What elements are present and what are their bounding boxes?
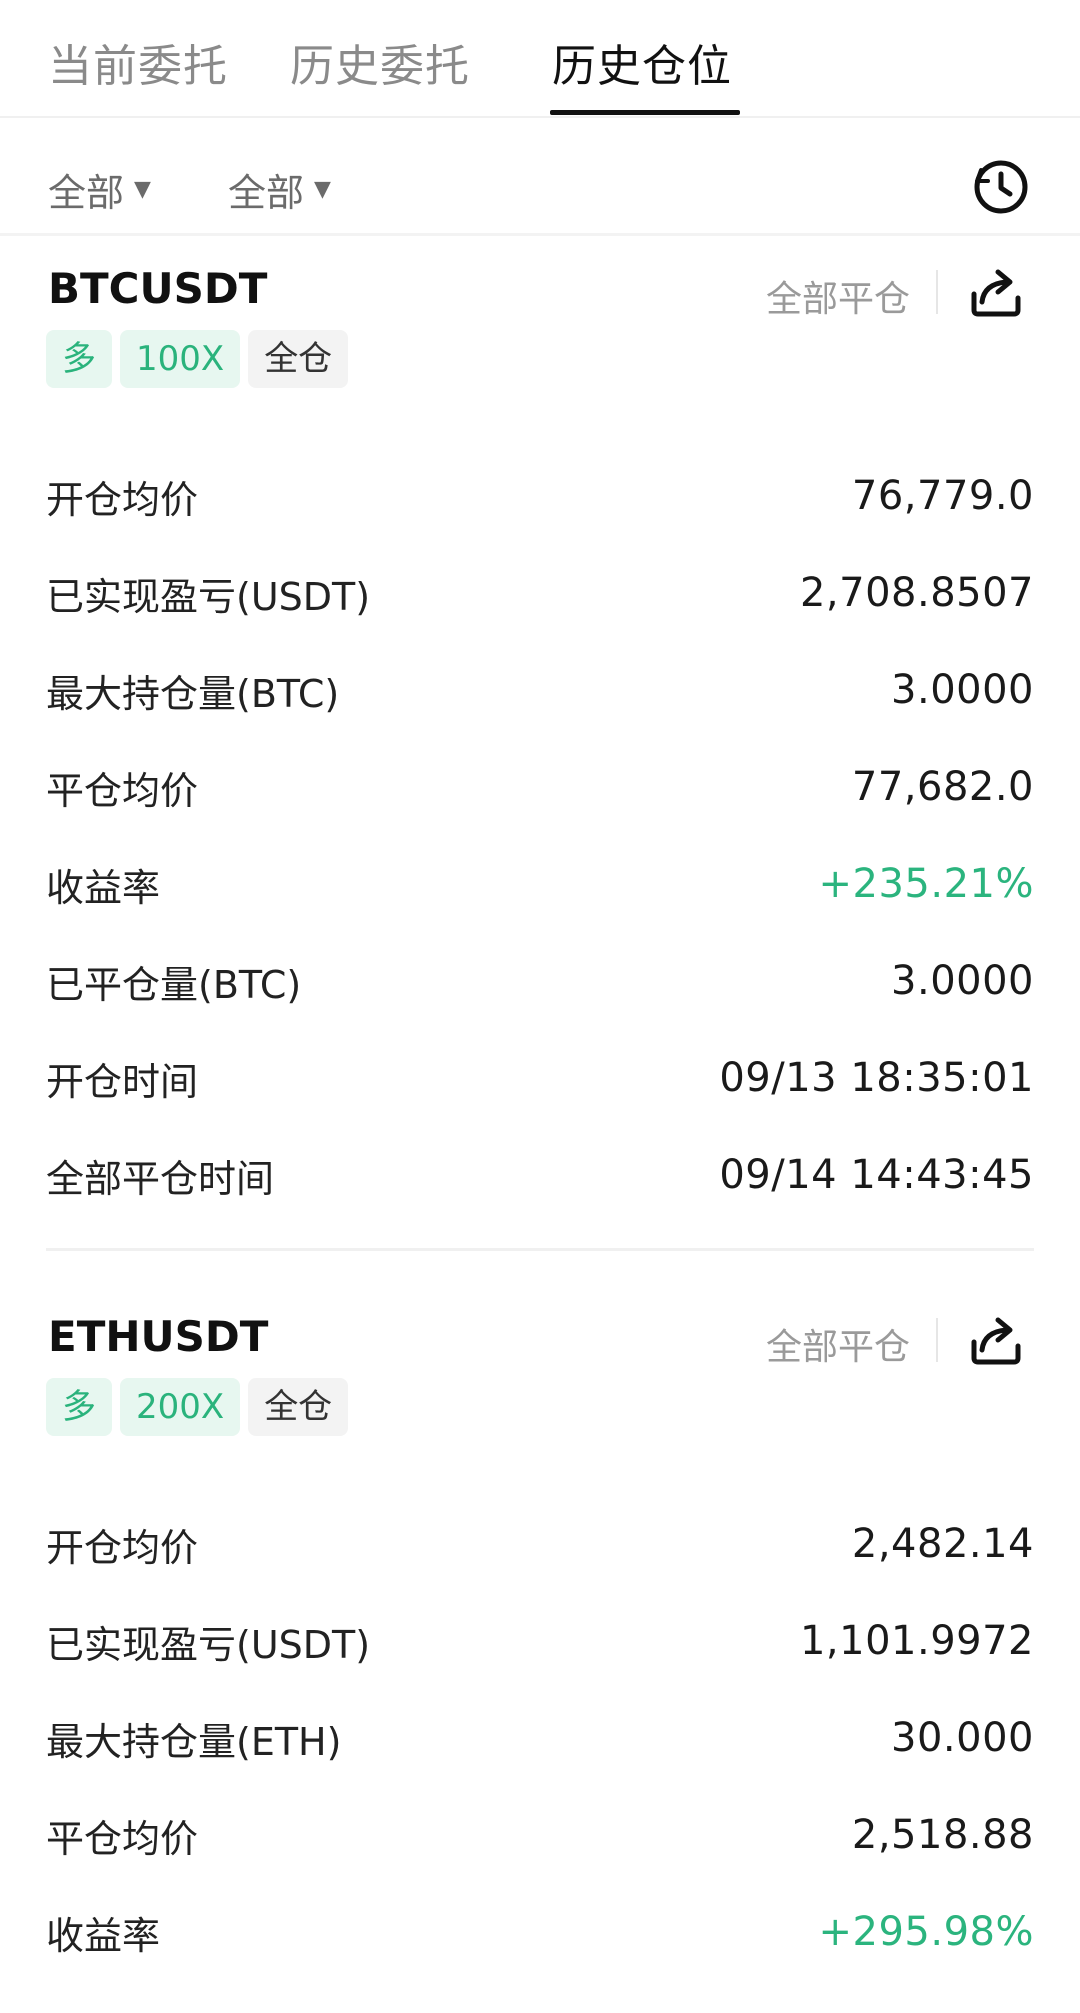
position-card-btc: BTCUSDT 全部平仓 多 100X 全仓 开仓均价 76,779.0 已实现… — [0, 250, 1080, 1250]
field-label: 平仓均价 — [46, 768, 199, 813]
field-row: 已实现盈亏(USDT) 2,708.8507 — [46, 563, 1034, 623]
position-card-eth: ETHUSDT 全部平仓 多 200X 全仓 开仓均价 2,482.14 已实现… — [0, 1298, 1080, 1998]
field-value: 09/13 18:35:01 — [719, 1055, 1034, 1101]
field-row: 开仓均价 76,779.0 — [46, 466, 1034, 526]
field-label: 最大持仓量(BTC) — [46, 671, 340, 716]
field-label: 已平仓量(BTC) — [46, 962, 302, 1007]
field-row: 收益率 +295.98% — [46, 1902, 1034, 1962]
field-label: 开仓时间 — [46, 1059, 199, 1104]
share-icon[interactable] — [964, 1308, 1028, 1372]
field-label: 开仓均价 — [46, 1525, 199, 1570]
roi-value: +235.21% — [818, 861, 1034, 907]
side-tag: 多 — [46, 1378, 112, 1436]
field-row: 已平仓量(BTC) 3.0000 — [46, 951, 1034, 1011]
filter-bar: 全部 ▼ 全部 ▼ — [0, 140, 1080, 236]
divider — [936, 1318, 938, 1362]
active-tab-indicator — [550, 110, 740, 115]
field-value: 30.000 — [891, 1715, 1034, 1761]
close-status: 全部平仓 — [765, 1327, 910, 1368]
position-tags: 多 200X 全仓 — [46, 1378, 349, 1436]
field-row: 平仓均价 2,518.88 — [46, 1805, 1034, 1865]
field-value: 76,779.0 — [851, 473, 1034, 519]
leverage-tag: 100X — [120, 330, 241, 388]
field-row: 最大持仓量(BTC) 3.0000 — [46, 660, 1034, 720]
divider — [936, 270, 938, 314]
field-label: 收益率 — [46, 865, 161, 910]
field-row: 全部平仓时间 09/14 14:43:45 — [46, 1145, 1034, 1205]
caret-down-icon: ▼ — [134, 177, 151, 202]
card-divider — [46, 1248, 1034, 1251]
leverage-tag: 200X — [120, 1378, 241, 1436]
type-filter-dropdown[interactable]: 全部 ▼ — [48, 162, 151, 217]
side-filter-label: 全部 — [228, 171, 305, 215]
field-value: 09/14 14:43:45 — [719, 1152, 1034, 1198]
field-row: 收益率 +235.21% — [46, 854, 1034, 914]
field-label: 已实现盈亏(USDT) — [46, 574, 371, 619]
field-label: 开仓均价 — [46, 477, 199, 522]
field-label: 平仓均价 — [46, 1816, 199, 1861]
caret-down-icon: ▼ — [314, 177, 331, 202]
clock-history-icon[interactable] — [968, 154, 1034, 220]
share-icon[interactable] — [964, 260, 1028, 324]
field-value: 77,682.0 — [851, 764, 1034, 810]
tab-order-history[interactable]: 历史委托 — [290, 30, 470, 94]
field-value: 1,101.9972 — [799, 1618, 1034, 1664]
tab-bar: 当前委托 历史委托 历史仓位 — [0, 0, 1080, 118]
position-tags: 多 100X 全仓 — [46, 330, 349, 388]
field-label: 收益率 — [46, 1913, 161, 1958]
field-label: 最大持仓量(ETH) — [46, 1719, 342, 1764]
side-filter-dropdown[interactable]: 全部 ▼ — [228, 162, 331, 217]
close-status: 全部平仓 — [765, 279, 910, 320]
field-value: 2,482.14 — [851, 1521, 1034, 1567]
field-value: 2,518.88 — [851, 1812, 1034, 1858]
roi-value: +295.98% — [818, 1909, 1034, 1955]
tab-position-history[interactable]: 历史仓位 — [552, 30, 732, 94]
margin-mode-tag: 全仓 — [248, 330, 349, 388]
field-row: 开仓时间 09/13 18:35:01 — [46, 1048, 1034, 1108]
field-row: 最大持仓量(ETH) 30.000 — [46, 1708, 1034, 1768]
field-value: 2,708.8507 — [799, 570, 1034, 616]
field-row: 平仓均价 77,682.0 — [46, 757, 1034, 817]
field-label: 已实现盈亏(USDT) — [46, 1622, 371, 1667]
field-value: 3.0000 — [891, 667, 1034, 713]
tab-current-orders[interactable]: 当前委托 — [48, 30, 228, 94]
position-symbol: ETHUSDT — [48, 1312, 269, 1361]
field-label: 全部平仓时间 — [46, 1156, 275, 1201]
field-value: 3.0000 — [891, 958, 1034, 1004]
side-tag: 多 — [46, 330, 112, 388]
type-filter-label: 全部 — [48, 171, 125, 215]
position-symbol: BTCUSDT — [48, 264, 268, 313]
margin-mode-tag: 全仓 — [248, 1378, 349, 1436]
field-row: 已实现盈亏(USDT) 1,101.9972 — [46, 1611, 1034, 1671]
field-row: 开仓均价 2,482.14 — [46, 1514, 1034, 1574]
